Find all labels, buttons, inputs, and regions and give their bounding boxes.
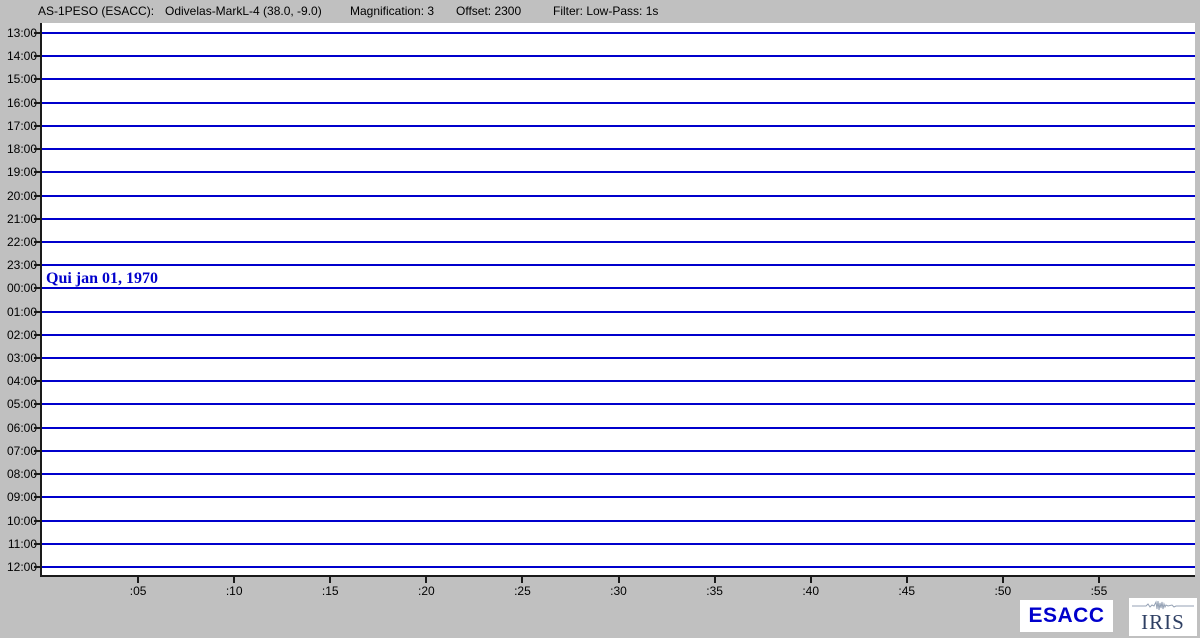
minute-label: :30 [598, 584, 640, 598]
seismogram-trace [42, 380, 1195, 382]
minute-label: :25 [501, 584, 543, 598]
instrument-info: Odivelas-MarkL-4 (38.0, -9.0) [165, 4, 322, 18]
esacc-logo: ESACC [1020, 600, 1113, 632]
hour-label: 20:00 [0, 189, 37, 203]
minute-tick [618, 577, 620, 583]
seismogram-trace [42, 148, 1195, 150]
hour-label: 05:00 [0, 397, 37, 411]
hour-label: 11:00 [0, 537, 37, 551]
hour-label: 00:00 [0, 281, 37, 295]
seismogram-trace [42, 427, 1195, 429]
seismogram-trace [42, 264, 1195, 266]
seismogram-trace [42, 403, 1195, 405]
seismogram-trace [42, 473, 1195, 475]
filter-setting: Filter: Low-Pass: 1s [553, 4, 658, 18]
seismogram-trace [42, 241, 1195, 243]
hour-label: 09:00 [0, 490, 37, 504]
iris-logo: IRIS [1129, 598, 1197, 636]
minute-tick [137, 577, 139, 583]
offset-setting: Offset: 2300 [456, 4, 521, 18]
seismogram-trace [42, 496, 1195, 498]
seismogram-trace [42, 218, 1195, 220]
minute-tick [425, 577, 427, 583]
minute-tick [1098, 577, 1100, 583]
hour-label: 14:00 [0, 49, 37, 63]
hour-label: 13:00 [0, 26, 37, 40]
hour-label: 10:00 [0, 514, 37, 528]
seismogram-trace [42, 55, 1195, 57]
minute-label: :35 [694, 584, 736, 598]
seismogram-trace [42, 311, 1195, 313]
hour-label: 16:00 [0, 96, 37, 110]
minute-label: :20 [405, 584, 447, 598]
seismogram-trace [42, 566, 1195, 568]
hour-label: 04:00 [0, 374, 37, 388]
minute-label: :55 [1078, 584, 1120, 598]
hour-label: 12:00 [0, 560, 37, 574]
header-bar: AS-1PESO (ESACC): Odivelas-MarkL-4 (38.0… [0, 0, 1200, 23]
hour-label: 22:00 [0, 235, 37, 249]
esacc-logo-text: ESACC [1028, 604, 1104, 628]
helicorder-plot[interactable]: Qui jan 01, 1970 [40, 23, 1195, 577]
seismogram-trace [42, 171, 1195, 173]
hour-label: 01:00 [0, 305, 37, 319]
minute-tick [329, 577, 331, 583]
seismogram-trace [42, 125, 1195, 127]
helicorder-window: AS-1PESO (ESACC): Odivelas-MarkL-4 (38.0… [0, 0, 1200, 638]
magnification-setting: Magnification: 3 [350, 4, 434, 18]
seismogram-trace [42, 334, 1195, 336]
minute-label: :15 [309, 584, 351, 598]
seismogram-trace [42, 543, 1195, 545]
minute-label: :45 [886, 584, 928, 598]
hour-label: 07:00 [0, 444, 37, 458]
hour-label: 19:00 [0, 165, 37, 179]
minute-tick [233, 577, 235, 583]
minute-tick [810, 577, 812, 583]
iris-logo-text: IRIS [1129, 611, 1197, 633]
minute-label: :40 [790, 584, 832, 598]
seismogram-trace [42, 102, 1195, 104]
hour-label: 18:00 [0, 142, 37, 156]
hour-label: 06:00 [0, 421, 37, 435]
seismogram-trace [42, 287, 1195, 289]
minute-tick [906, 577, 908, 583]
seismogram-trace [42, 195, 1195, 197]
date-annotation: Qui jan 01, 1970 [46, 270, 158, 288]
minute-label: :05 [117, 584, 159, 598]
hour-label: 08:00 [0, 467, 37, 481]
station-id: AS-1PESO (ESACC): [38, 4, 154, 18]
seismogram-trace [42, 357, 1195, 359]
seismogram-trace [42, 78, 1195, 80]
hour-label: 03:00 [0, 351, 37, 365]
hour-label: 21:00 [0, 212, 37, 226]
minute-tick [521, 577, 523, 583]
hour-label: 15:00 [0, 72, 37, 86]
seismogram-trace [42, 520, 1195, 522]
seismogram-trace [42, 450, 1195, 452]
minute-tick [1002, 577, 1004, 583]
hour-label: 17:00 [0, 119, 37, 133]
hour-label: 02:00 [0, 328, 37, 342]
seismogram-trace [42, 32, 1195, 34]
minute-label: :10 [213, 584, 255, 598]
hour-label: 23:00 [0, 258, 37, 272]
minute-tick [714, 577, 716, 583]
minute-label: :50 [982, 584, 1024, 598]
